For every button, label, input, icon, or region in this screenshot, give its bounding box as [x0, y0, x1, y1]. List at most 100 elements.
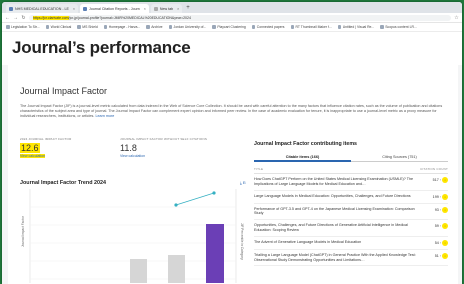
- percentile-point-1[interactable]: [174, 203, 178, 207]
- jif-link-text: View calculation: [20, 154, 46, 158]
- contrib-tabs: Citable items (166) Citing Sources (751): [254, 153, 448, 162]
- highlight-marker-icon: ●: [442, 206, 448, 213]
- y-right-axis-label: JIF Percentile in Category: [240, 223, 244, 260]
- jif-value-text: 12.6: [20, 143, 40, 153]
- bookmark-item[interactable]: Archive: [146, 25, 163, 29]
- bookmark-item[interactable]: Playcart Clustering: [212, 25, 246, 29]
- favicon-icon: [83, 6, 88, 11]
- reload-icon[interactable]: ↻: [21, 15, 26, 21]
- jif-label: 2024 JOURNAL IMPACT FACTOR: [20, 137, 72, 141]
- chevron-right-icon: ›: [439, 253, 441, 258]
- contrib-row[interactable]: Performance of GPT-3.5 and GPT-4 on the …: [254, 204, 448, 221]
- contrib-row[interactable]: Opportunities, Challenges, and Future Di…: [254, 220, 448, 237]
- percentile-point-2[interactable]: [212, 191, 216, 195]
- bookmark-item[interactable]: Homepage - Harva...: [103, 25, 141, 29]
- bookmark-item[interactable]: Jordan University of...: [168, 25, 206, 29]
- close-icon[interactable]: ×: [73, 7, 75, 11]
- contrib-item-title[interactable]: The Advent of Generative Language Models…: [254, 240, 422, 245]
- bookmark-label: Homepage - Harva...: [108, 25, 141, 29]
- bookmark-icon: [168, 25, 173, 29]
- highlight-marker-icon: ●: [442, 239, 448, 246]
- citation-count: 54: [434, 240, 439, 245]
- trend-title: Journal Impact Factor Trend 2024: [20, 180, 106, 186]
- jif-wo-value: 11.8: [120, 143, 137, 153]
- favicon-icon: [153, 6, 158, 11]
- address-bar-row: ← → ↻ https://jcr.clarivate.com/jcr-jp/j…: [2, 13, 462, 23]
- back-icon[interactable]: ←: [5, 15, 10, 21]
- bookmark-icon: [103, 25, 108, 29]
- bookmark-item[interactable]: Legislation To Str...: [6, 25, 40, 29]
- bookmark-item[interactable]: World Clinical: [45, 25, 72, 29]
- browser-tab-1[interactable]: NHS MEDICAL EDUCATION - LE ×: [6, 4, 79, 13]
- new-tab-button[interactable]: +: [184, 4, 192, 13]
- tab-citing-sources[interactable]: Citing Sources (751): [351, 153, 448, 162]
- contrib-title: Journal Impact Factor contributing items: [254, 141, 358, 147]
- contrib-row[interactable]: Large Language Models in Medical Educati…: [254, 191, 448, 204]
- bookmark-label: Playcart Clustering: [217, 25, 246, 29]
- chevron-right-icon: ›: [439, 178, 441, 182]
- jif-description: The Journal Impact Factor (JIF) is a jou…: [20, 104, 450, 120]
- bookmark-icon: [380, 25, 384, 29]
- contrib-item-title[interactable]: Trialling a Large Language Model (ChatGP…: [254, 253, 422, 263]
- bookmark-label: Archive: [151, 25, 163, 29]
- chevron-right-icon: ›: [439, 224, 441, 229]
- forward-icon[interactable]: →: [13, 15, 18, 21]
- close-icon[interactable]: ×: [144, 7, 146, 11]
- jif-view-calculation-link[interactable]: View calculation: [20, 154, 71, 158]
- bookmark-label: Scopus content LR...: [385, 25, 417, 29]
- contrib-item-title[interactable]: How Does ChatGPT Perform on the United S…: [254, 177, 422, 187]
- bookmark-icon: [45, 25, 50, 29]
- favicon-icon: [9, 6, 13, 11]
- contrib-row[interactable]: How Does ChatGPT Perform on the United S…: [254, 174, 448, 191]
- bookmark-label: MS Shield: [82, 25, 98, 29]
- bookmark-item[interactable]: RT Thumbnail Maker f...: [290, 25, 332, 29]
- tab-label: Journal Citation Reports - Journ: [89, 6, 140, 11]
- bar-1[interactable]: [130, 259, 147, 283]
- contrib-item-title[interactable]: Performance of GPT-3.5 and GPT-4 on the …: [254, 207, 422, 217]
- highlight-marker-icon: ●: [442, 223, 448, 230]
- star-icon[interactable]: ☆: [454, 15, 459, 21]
- bookmark-icon: [290, 25, 295, 29]
- tab-label: NHS MEDICAL EDUCATION - LE: [15, 6, 69, 11]
- contrib-item-title[interactable]: Opportunities, Challenges, and Future Di…: [254, 223, 422, 233]
- url-highlight: https://jcr.clarivate.com: [33, 15, 69, 20]
- jif-wo-label: JOURNAL IMPACT FACTOR WITHOUT SELF CITAT…: [120, 137, 208, 141]
- bar-2[interactable]: [168, 255, 185, 283]
- url-rest: /jcr-jp/journal-profile?journal=JMIR%20M…: [68, 15, 191, 20]
- highlight-marker-icon: ●: [442, 193, 448, 200]
- url-field[interactable]: https://jcr.clarivate.com/jcr-jp/journal…: [29, 14, 451, 21]
- learn-more-link[interactable]: Learn more: [95, 114, 114, 118]
- bookmark-item[interactable]: Untitled | Visual Re...: [337, 25, 375, 29]
- bookmark-label: Legislation To Str...: [11, 25, 40, 29]
- contributing-items-panel: Journal Impact Factor contributing items…: [246, 137, 452, 283]
- browser-tab-3[interactable]: New tab ×: [150, 4, 183, 13]
- page-body: Journal Impact Factor The Journal Impact…: [2, 65, 462, 284]
- contrib-row[interactable]: The Advent of Generative Language Models…: [254, 237, 448, 250]
- section-title: Journal Impact Factor: [20, 86, 108, 96]
- chevron-right-icon: ›: [439, 240, 441, 245]
- bookmark-label: World Clinical: [50, 25, 72, 29]
- col-citation-count: CITATION COUNT: [420, 167, 448, 171]
- browser-window: NHS MEDICAL EDUCATION - LE × Journal Cita…: [2, 2, 462, 284]
- citation-count: 59: [434, 224, 439, 229]
- bookmark-item[interactable]: Connected papers: [251, 25, 285, 29]
- bar-3-highlight[interactable]: [206, 224, 224, 283]
- bookmark-item[interactable]: MS Shield: [77, 25, 98, 29]
- close-icon[interactable]: ×: [177, 7, 179, 11]
- bookmarks-bar: Legislation To Str... World Clinical MS Sh…: [2, 23, 462, 32]
- col-title: TITLE: [254, 167, 264, 171]
- contrib-row[interactable]: Trialling a Large Language Model (ChatGP…: [254, 250, 448, 267]
- bookmark-item[interactable]: Scopus content LR...: [380, 25, 417, 29]
- citation-count: 93: [434, 207, 439, 212]
- contributing-items-content: Journal Impact Factor contributing items…: [254, 141, 448, 267]
- tab-citable-items[interactable]: Citable items (166): [254, 153, 351, 162]
- citation-count: 51: [434, 253, 439, 258]
- chevron-right-icon: ›: [439, 207, 441, 212]
- contrib-item-title[interactable]: Large Language Models in Medical Educati…: [254, 194, 422, 199]
- jif-metric: 2024 JOURNAL IMPACT FACTOR 12.6 View cal…: [20, 137, 71, 158]
- jif-wo-view-calculation-link[interactable]: View calculation: [120, 154, 207, 158]
- browser-tab-2[interactable]: Journal Citation Reports - Journ ×: [80, 4, 149, 13]
- bookmark-label: Untitled | Visual Re...: [342, 25, 375, 29]
- y-left-axis-label: Journal Impact Factor: [21, 215, 25, 247]
- contrib-item-count: 199 › ●: [433, 193, 448, 200]
